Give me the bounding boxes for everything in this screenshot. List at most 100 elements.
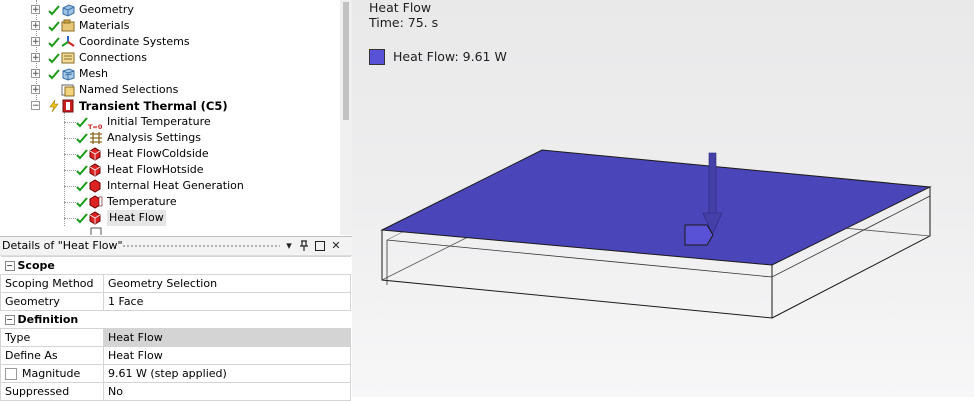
group-definition[interactable]: − Definition — [0, 310, 351, 329]
heat-flow-icon — [88, 163, 104, 177]
panel-grip[interactable] — [122, 244, 280, 248]
group-label: Scope — [17, 259, 55, 272]
heat-flow-icon — [88, 147, 104, 161]
check-icon — [48, 20, 60, 32]
expand-icon[interactable]: + — [31, 5, 40, 15]
tree-item-heat-flow-coldside[interactable]: Heat FlowColdside — [76, 146, 209, 162]
details-row[interactable]: Geometry 1 Face — [0, 292, 351, 311]
row-value[interactable]: No — [103, 382, 351, 401]
row-value[interactable]: Heat Flow — [103, 346, 351, 365]
expand-icon[interactable]: + — [31, 21, 40, 31]
tree-item-mesh[interactable]: + Mesh — [31, 66, 108, 82]
check-icon — [76, 164, 88, 176]
close-icon[interactable]: ✕ — [329, 237, 343, 255]
tree-item-materials[interactable]: + Materials — [31, 18, 129, 34]
heat-flow-marker[interactable] — [684, 224, 714, 246]
tree-item-initial-temperature[interactable]: T=0 Initial Temperature — [76, 114, 211, 131]
analysis-settings-icon — [88, 131, 104, 145]
expand-icon[interactable]: + — [31, 37, 40, 47]
materials-icon — [60, 19, 76, 33]
tree-connector — [64, 122, 76, 123]
tree-item-label: Heat FlowHotside — [107, 163, 204, 176]
heat-flow-icon — [88, 211, 104, 225]
collapse-icon[interactable]: − — [4, 261, 15, 271]
row-key: Magnitude — [22, 367, 81, 380]
tree-connector — [64, 170, 76, 171]
connections-icon — [60, 51, 76, 65]
tree-item-label: Geometry — [79, 3, 134, 16]
transient-thermal-icon — [60, 99, 76, 113]
expand-icon[interactable]: + — [31, 53, 40, 63]
row-key: Scoping Method — [0, 274, 104, 293]
details-row[interactable]: Magnitude 9.61 W (step applied) — [0, 364, 351, 383]
row-key: Suppressed — [0, 382, 104, 401]
row-value[interactable]: 1 Face — [103, 292, 351, 311]
commands-icon — [88, 227, 104, 235]
tree-item-coordinate-systems[interactable]: + Coordinate Systems — [31, 34, 190, 50]
tree-item-connections[interactable]: + Connections — [31, 50, 147, 66]
check-icon — [76, 116, 88, 128]
tree-item-internal-heat-generation[interactable]: Internal Heat Generation — [76, 178, 244, 194]
tree-item-label: Heat FlowColdside — [107, 147, 209, 160]
tree-item-label: Coordinate Systems — [79, 35, 190, 48]
tree-connector — [64, 202, 76, 203]
tree-item-label: Temperature — [107, 195, 177, 208]
tree-item-heat-flow[interactable]: Heat Flow — [76, 210, 166, 226]
row-value[interactable]: Geometry Selection — [103, 274, 351, 293]
row-value[interactable]: Heat Flow — [103, 328, 351, 347]
named-selections-icon — [60, 83, 76, 97]
graphics-viewport[interactable]: Heat Flow Time: 75. s Heat Flow: 9.61 W — [352, 0, 974, 397]
tree-item-label: Analysis Settings — [107, 131, 201, 144]
group-scope[interactable]: − Scope — [0, 256, 351, 275]
details-row[interactable]: Scoping Method Geometry Selection — [0, 274, 351, 293]
tree-connector — [64, 138, 76, 139]
tree-item-named-selections[interactable]: + Named Selections — [31, 82, 178, 98]
expand-icon[interactable]: + — [31, 85, 40, 95]
geometry-icon — [60, 3, 76, 17]
tree-item-analysis-settings[interactable]: Analysis Settings — [76, 130, 201, 146]
collapse-icon[interactable]: − — [31, 101, 40, 111]
internal-heat-generation-icon — [88, 179, 104, 193]
details-header: Details of "Heat Flow" ▾ ✕ — [0, 237, 352, 256]
tree-item-label: Connections — [79, 51, 147, 64]
tree-connector — [64, 218, 76, 219]
collapse-icon[interactable]: − — [4, 315, 15, 325]
tree-item-label: Transient Thermal (C5) — [79, 99, 228, 113]
tree-item-heat-flow-hotside[interactable]: Heat FlowHotside — [76, 162, 204, 178]
tree-item-temperature[interactable]: Temperature — [76, 194, 177, 210]
tree-item-partial[interactable] — [76, 226, 104, 235]
lightning-icon — [48, 99, 60, 113]
tree-connector — [64, 154, 76, 155]
temperature-icon — [88, 195, 104, 209]
check-icon — [76, 148, 88, 160]
check-icon — [76, 212, 88, 224]
tree-item-label: Heat Flow — [107, 210, 166, 226]
arrow-shaft — [708, 152, 717, 216]
tree-connector — [64, 186, 76, 187]
parameter-checkbox[interactable] — [5, 368, 17, 380]
check-icon — [76, 132, 88, 144]
row-key: Geometry — [0, 292, 104, 311]
dropdown-icon[interactable]: ▾ — [282, 237, 296, 255]
row-value[interactable]: 9.61 W (step applied) — [103, 364, 351, 383]
details-row[interactable]: Suppressed No — [0, 382, 351, 401]
tree-item-label: Internal Heat Generation — [107, 179, 244, 192]
tree-scrollbar[interactable] — [340, 0, 352, 235]
tree-connector — [64, 112, 65, 226]
details-row[interactable]: Type Heat Flow — [0, 328, 351, 347]
details-table: − Scope Scoping Method Geometry Selection… — [0, 256, 351, 401]
check-icon — [76, 196, 88, 208]
details-row[interactable]: Define As Heat Flow — [0, 346, 351, 365]
model-plate[interactable] — [352, 0, 974, 397]
check-icon — [48, 52, 60, 64]
check-icon — [48, 36, 60, 48]
left-panel: + Geometry + Materials + Coordinate Syst… — [0, 0, 352, 401]
outline-tree: + Geometry + Materials + Coordinate Syst… — [0, 0, 340, 235]
tree-item-label: Named Selections — [79, 83, 179, 96]
maximize-icon[interactable] — [313, 237, 327, 255]
pin-icon[interactable] — [297, 237, 311, 255]
tree-scrollbar-thumb[interactable] — [343, 2, 349, 120]
tree-item-transient-thermal[interactable]: − Transient Thermal (C5) — [31, 98, 228, 114]
tree-item-geometry[interactable]: + Geometry — [31, 2, 134, 18]
expand-icon[interactable]: + — [31, 69, 40, 79]
